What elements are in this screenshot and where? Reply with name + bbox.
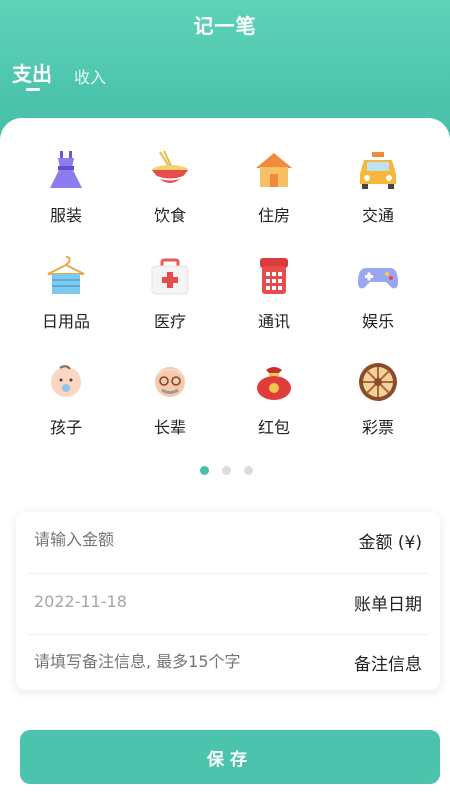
category-label: 服装 [49,206,82,225]
page-dot-active[interactable] [200,466,209,475]
category-label: 饮食 [153,206,186,225]
category-lottery[interactable]: 彩票 [326,352,430,452]
amount-label: 金额 (¥) [358,533,422,553]
category-telecom[interactable]: 通讯 [222,246,326,346]
medical-kit-icon [151,258,189,295]
taxi-icon [360,152,396,189]
elder-icon [155,367,185,397]
tab-active-indicator [26,88,40,91]
category-label: 娱乐 [361,312,394,331]
date-row: 2022-11-18 账单日期 [16,574,440,634]
page-dot[interactable] [222,466,231,475]
note-input[interactable] [34,652,304,671]
amount-row: 金额 (¥) [16,512,440,572]
category-label: 红包 [257,418,290,437]
category-label: 住房 [257,206,290,225]
category-label: 通讯 [257,312,290,331]
tab-income[interactable]: 收入 [74,64,106,88]
amount-input[interactable] [34,530,304,549]
category-red-envelope[interactable]: 红包 [222,352,326,452]
tab-expense[interactable]: 支出 [12,58,52,87]
category-label: 孩子 [49,418,82,437]
date-field[interactable]: 2022-11-18 [34,592,304,611]
noodle-bowl-icon [152,150,188,183]
category-label: 日用品 [41,312,90,331]
house-icon [256,153,292,187]
dress-icon [50,151,82,188]
page-title: 记一笔 [193,14,257,38]
category-elders[interactable]: 长辈 [118,352,222,452]
red-envelope-pouch-icon [257,367,291,400]
note-row: 备注信息 [16,634,440,694]
page-dot[interactable] [244,466,253,475]
save-button[interactable]: 保存 [20,730,440,784]
baby-icon [51,365,81,397]
category-label: 交通 [361,206,394,225]
category-daily-goods[interactable]: 日用品 [14,246,118,346]
category-label: 医疗 [153,312,186,331]
note-label: 备注信息 [354,655,422,675]
category-medical[interactable]: 医疗 [118,246,222,346]
telephone-icon [260,258,288,294]
gamepad-icon [358,268,398,289]
category-children[interactable]: 孩子 [14,352,118,452]
category-clothing[interactable]: 服装 [14,140,118,240]
category-food[interactable]: 饮食 [118,140,222,240]
category-transport[interactable]: 交通 [326,140,430,240]
category-label: 长辈 [153,418,186,437]
category-housing[interactable]: 住房 [222,140,326,240]
category-entertainment[interactable]: 娱乐 [326,246,430,346]
lottery-wheel-icon [359,363,397,401]
category-label: 彩票 [361,418,394,437]
date-label: 账单日期 [354,595,422,615]
towel-hanger-icon [47,256,85,294]
bill-form: 金额 (¥) 2022-11-18 账单日期 备注信息 [16,512,440,690]
